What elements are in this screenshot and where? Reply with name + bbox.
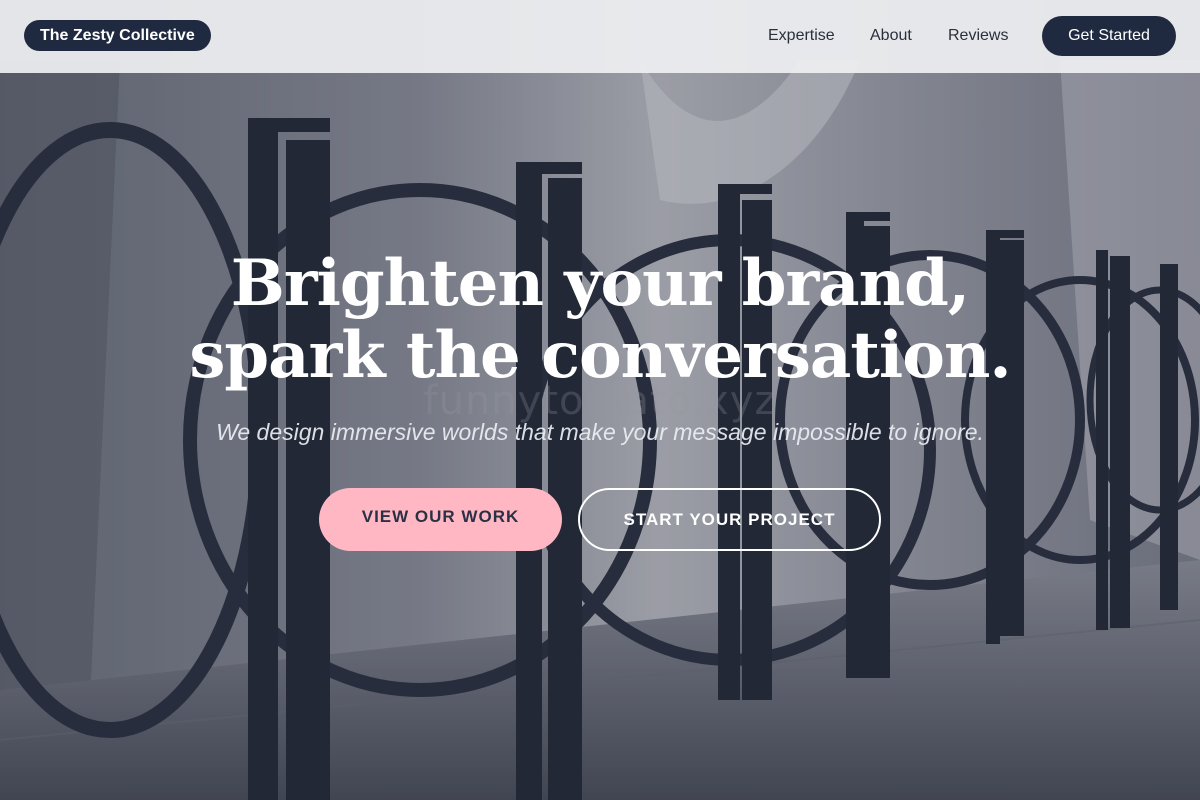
- site-header: The Zesty Collective Expertise About Rev…: [0, 0, 1200, 73]
- hero-subtitle: We design immersive worlds that make you…: [216, 419, 984, 445]
- page: The Zesty Collective Expertise About Rev…: [0, 0, 1200, 800]
- nav-link-about[interactable]: About: [870, 24, 912, 48]
- view-our-work-button[interactable]: VIEW OUR WORK: [319, 488, 562, 551]
- brand-logo[interactable]: The Zesty Collective: [24, 20, 211, 51]
- get-started-button[interactable]: Get Started: [1042, 16, 1176, 56]
- start-your-project-button[interactable]: START YOUR PROJECT: [578, 488, 881, 551]
- nav-link-reviews[interactable]: Reviews: [948, 24, 1008, 48]
- nav-link-expertise[interactable]: Expertise: [768, 24, 835, 48]
- hero-title-line-1: Brighten your brand,: [230, 246, 970, 321]
- hero-title-line-2: spark the conversation.: [189, 318, 1011, 393]
- hero-title: Brighten your brand, spark the conversat…: [100, 248, 1100, 392]
